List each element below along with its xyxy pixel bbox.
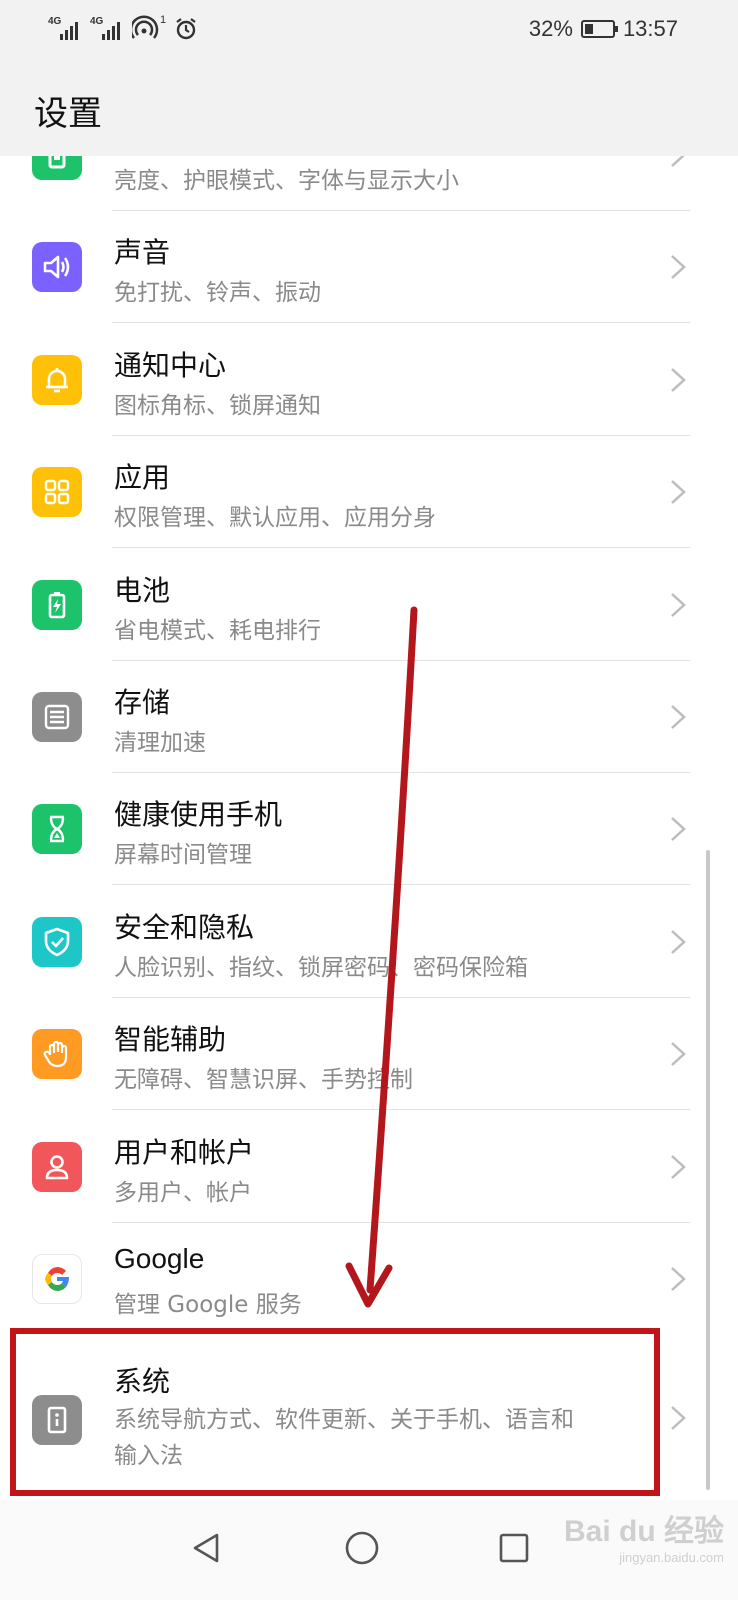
apps-grid-icon (32, 467, 82, 517)
chevron-right-icon (671, 1155, 686, 1179)
watermark-text: Bai du 经验 (563, 1515, 724, 1548)
item-subtitle: 无障碍、智慧识屏、手势控制 (114, 1067, 413, 1093)
chevron-right-icon (671, 705, 686, 729)
status-left: 4G 4G 1 (48, 12, 198, 46)
app-header: 设置 (0, 58, 738, 156)
settings-item-apps[interactable]: 应用 权限管理、默认应用、应用分身 (0, 436, 700, 548)
item-subtitle: 权限管理、默认应用、应用分身 (114, 505, 436, 531)
settings-item-users[interactable]: 用户和帐户 多用户、帐户 (0, 1111, 700, 1223)
signal-icon: 4G (48, 16, 82, 42)
item-title: 健康使用手机 (114, 798, 283, 831)
back-triangle-icon (193, 1533, 219, 1563)
home-circle-icon (345, 1531, 379, 1565)
chevron-right-icon (671, 480, 686, 504)
chevron-right-icon (671, 930, 686, 954)
hourglass-icon (32, 804, 82, 854)
storage-icon (32, 692, 82, 742)
settings-item-google[interactable]: Google 管理 Google 服务 (0, 1223, 700, 1335)
speaker-icon (32, 242, 82, 292)
scrollbar[interactable] (706, 850, 710, 1490)
chevron-right-icon (671, 817, 686, 841)
settings-item-storage[interactable]: 存储 清理加速 (0, 661, 700, 773)
divider (112, 884, 690, 885)
divider (112, 547, 690, 548)
settings-item-battery[interactable]: 电池 省电模式、耗电排行 (0, 549, 700, 661)
item-subtitle: 管理 Google 服务 (114, 1292, 302, 1318)
hotspot-count: 1 (160, 14, 167, 26)
watermark-subtext: jingyan.baidu.com (619, 1550, 724, 1565)
item-title: 电池 (114, 574, 171, 607)
settings-list[interactable]: 亮度、护眼模式、字体与显示大小 声音 免打扰、铃声、振动 通知中心 图标角标、锁… (0, 156, 738, 1500)
divider (112, 322, 690, 323)
clock: 13:57 (622, 16, 678, 41)
settings-item-notifications[interactable]: 通知中心 图标角标、锁屏通知 (0, 324, 700, 436)
item-subtitle: 清理加速 (114, 730, 206, 756)
divider (112, 1109, 690, 1110)
chevron-right-icon (671, 593, 686, 617)
chevron-right-icon (671, 156, 685, 167)
settings-item-sound[interactable]: 声音 免打扰、铃声、振动 (0, 211, 700, 323)
item-subtitle: 免打扰、铃声、振动 (114, 280, 321, 306)
bell-icon (32, 355, 82, 405)
chevron-right-icon (671, 255, 686, 279)
item-subtitle: 屏幕时间管理 (114, 842, 252, 868)
back-button[interactable] (176, 1518, 236, 1578)
hand-icon (32, 1029, 82, 1079)
settings-item-display[interactable]: 亮度、护眼模式、字体与显示大小 (0, 156, 700, 211)
settings-item-security[interactable]: 安全和隐私 人脸识别、指纹、锁屏密码、密码保险箱 (0, 886, 700, 998)
item-subtitle: 人脸识别、指纹、锁屏密码、密码保险箱 (114, 955, 528, 981)
hotspot-icon (132, 15, 159, 39)
status-right: 32% 13:57 (529, 16, 678, 42)
item-title: 应用 (114, 461, 171, 494)
item-title: 用户和帐户 (114, 1136, 255, 1169)
status-bar: 4G 4G 1 32% 13:57 (0, 0, 738, 58)
chevron-right-icon (671, 1406, 686, 1430)
item-title: 智能辅助 (114, 1023, 227, 1056)
item-subtitle: 多用户、帐户 (114, 1180, 252, 1206)
page-title: 设置 (34, 94, 102, 134)
recents-square-icon (499, 1533, 529, 1563)
settings-item-digital-balance[interactable]: 健康使用手机 屏幕时间管理 (0, 773, 700, 885)
google-icon (32, 1254, 82, 1304)
watermark: Bai du 经验 jingyan.baidu.com (564, 1506, 724, 1565)
battery-icon (580, 20, 618, 38)
item-title: 存储 (114, 686, 171, 719)
item-subtitle: 图标角标、锁屏通知 (114, 393, 321, 419)
highlight-box (10, 1328, 660, 1496)
display-icon (32, 156, 82, 180)
item-title: Google (114, 1243, 205, 1274)
battery-percent: 32% (528, 16, 573, 41)
item-subtitle: 亮度、护眼模式、字体与显示大小 (114, 168, 459, 194)
chevron-right-icon (671, 368, 686, 392)
item-title: 安全和隐私 (114, 911, 255, 944)
chevron-right-icon (671, 1042, 686, 1066)
recents-button[interactable] (484, 1518, 544, 1578)
alarm-icon (176, 18, 196, 40)
battery-icon (32, 580, 82, 630)
user-icon (32, 1142, 82, 1192)
shield-icon (32, 917, 82, 967)
home-button[interactable] (332, 1518, 392, 1578)
item-title: 通知中心 (114, 349, 227, 382)
item-subtitle: 省电模式、耗电排行 (114, 618, 321, 644)
settings-item-assistance[interactable]: 智能辅助 无障碍、智慧识屏、手势控制 (0, 998, 700, 1110)
item-title: 声音 (114, 236, 171, 269)
signal-icon-2: 4G (90, 16, 124, 42)
chevron-right-icon (671, 1267, 686, 1291)
